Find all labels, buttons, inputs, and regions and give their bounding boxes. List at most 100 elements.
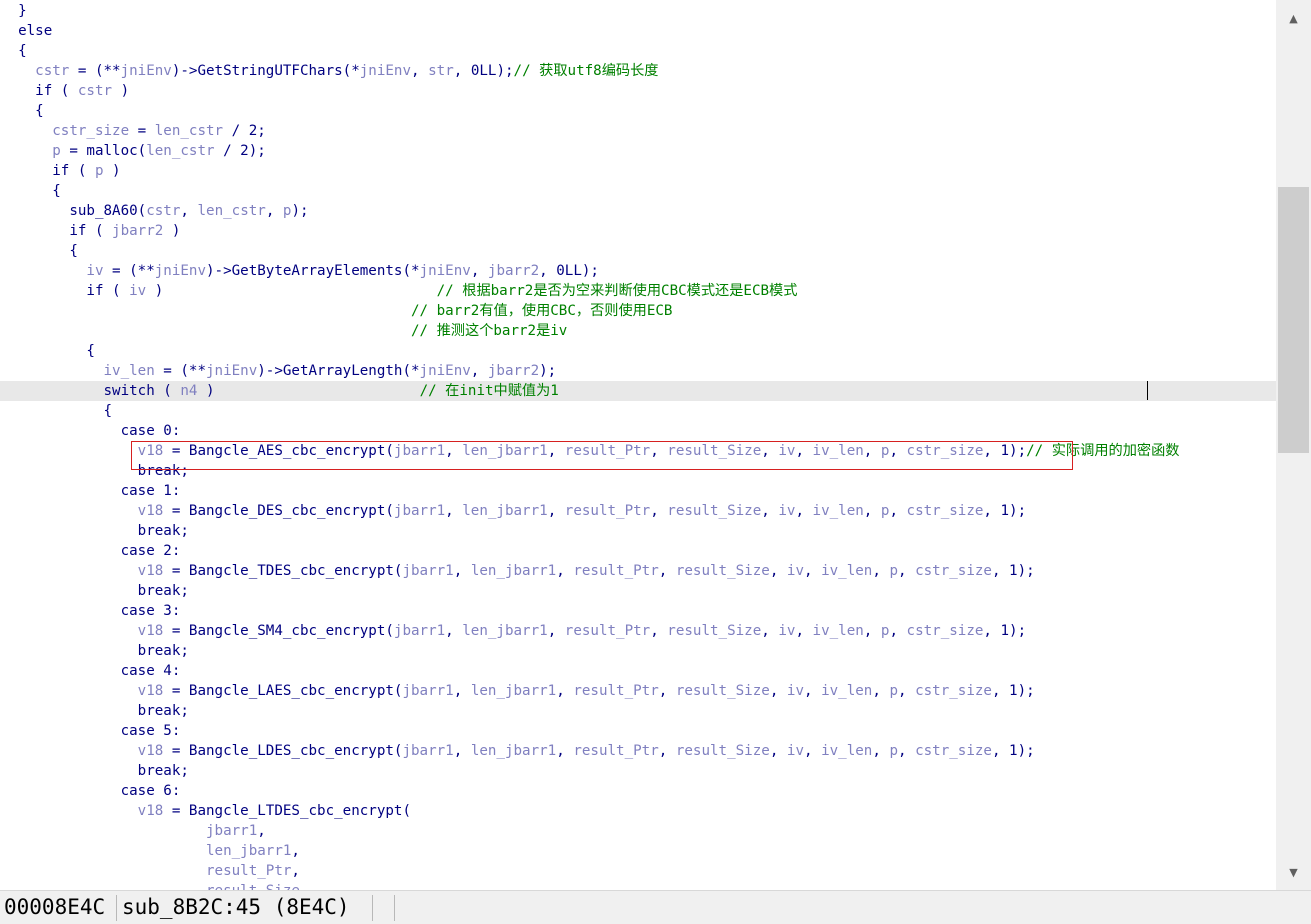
code-token: {: [1, 183, 61, 199]
code-line[interactable]: v18 = Bangcle_LAES_cbc_encrypt(jbarr1, l…: [0, 681, 1276, 701]
code-variable: jniEnv: [154, 263, 207, 279]
code-token: ,: [556, 683, 574, 699]
code-line[interactable]: sub_8A60(cstr, len_cstr, p);: [0, 201, 1276, 221]
code-line[interactable]: if ( jbarr2 ): [0, 221, 1276, 241]
code-token: ,: [872, 563, 890, 579]
code-line[interactable]: result_Ptr,: [0, 861, 1276, 881]
code-token: / 2);: [214, 143, 266, 159]
chevron-up-icon[interactable]: ▲: [1276, 0, 1311, 36]
code-token: ): [112, 83, 130, 99]
code-token: ): [103, 163, 121, 179]
code-line[interactable]: len_jbarr1,: [0, 841, 1276, 861]
code-token: ,: [872, 743, 890, 759]
code-line[interactable]: break;: [0, 641, 1276, 661]
code-comment: // 推测这个barr2是iv: [411, 323, 568, 339]
code-token: ,: [804, 683, 822, 699]
code-line[interactable]: iv = (**jniEnv)->GetByteArrayElements(*j…: [0, 261, 1276, 281]
code-variable: len_jbarr1: [470, 563, 557, 579]
code-variable: result_Size: [667, 623, 762, 639]
chevron-down-icon[interactable]: ▼: [1276, 854, 1311, 890]
code-line[interactable]: v18 = Bangcle_LTDES_cbc_encrypt(: [0, 801, 1276, 821]
code-variable: jbarr2: [112, 223, 164, 239]
code-line[interactable]: {: [0, 101, 1276, 121]
code-variable: result_Ptr: [573, 683, 659, 699]
code-token: = Bangcle_TDES_cbc_encrypt(: [163, 563, 403, 579]
code-token: ,: [889, 623, 907, 639]
code-variable: result_Ptr: [206, 863, 292, 879]
code-variable: cstr_size: [906, 623, 984, 639]
code-line[interactable]: iv_len = (**jniEnv)->GetArrayLength(*jni…: [0, 361, 1276, 381]
code-line[interactable]: v18 = Bangcle_LDES_cbc_encrypt(jbarr1, l…: [0, 741, 1276, 761]
code-token: , 1);: [991, 683, 1035, 699]
code-token: ,: [897, 743, 916, 759]
code-line[interactable]: {: [0, 401, 1276, 421]
code-line[interactable]: case 2:: [0, 541, 1276, 561]
code-line[interactable]: case 4:: [0, 661, 1276, 681]
code-line[interactable]: else: [0, 21, 1276, 41]
code-line[interactable]: // barr2有值，使用CBC，否则使用ECB: [0, 301, 1276, 321]
status-address: 00008E4C: [4, 895, 106, 919]
code-line[interactable]: if ( cstr ): [0, 81, 1276, 101]
code-line[interactable]: case 5:: [0, 721, 1276, 741]
code-line[interactable]: {: [0, 181, 1276, 201]
code-token: if (: [1, 83, 78, 99]
code-token: , 1);: [991, 563, 1035, 579]
code-variable: v18: [137, 683, 164, 699]
code-line[interactable]: break;: [0, 521, 1276, 541]
code-line[interactable]: {: [0, 341, 1276, 361]
code-line[interactable]: break;: [0, 761, 1276, 781]
code-line[interactable]: case 3:: [0, 601, 1276, 621]
code-line[interactable]: if ( p ): [0, 161, 1276, 181]
code-token: );: [539, 363, 557, 379]
code-token: ,: [761, 623, 779, 639]
code-token: else: [1, 23, 53, 39]
code-token: break;: [1, 583, 189, 599]
code-variable: jniEnv: [419, 263, 471, 279]
code-variable: n4: [180, 383, 198, 399]
code-variable: iv: [778, 503, 796, 519]
code-variable: v18: [137, 803, 164, 819]
code-variable: iv_len: [103, 363, 155, 379]
code-line[interactable]: v18 = Bangcle_DES_cbc_encrypt(jbarr1, le…: [0, 501, 1276, 521]
code-token: break;: [1, 643, 189, 659]
code-line[interactable]: v18 = Bangcle_TDES_cbc_encrypt(jbarr1, l…: [0, 561, 1276, 581]
code-line[interactable]: cstr = (**jniEnv)->GetStringUTFChars(*jn…: [0, 61, 1276, 81]
code-token: = (**: [103, 263, 155, 279]
vertical-scrollbar[interactable]: ▲ ▼: [1276, 0, 1311, 890]
code-line[interactable]: jbarr1,: [0, 821, 1276, 841]
code-variable: cstr_size: [915, 563, 992, 579]
code-variable: result_Size: [675, 563, 770, 579]
code-token: ,: [453, 743, 471, 759]
code-token: ,: [291, 843, 300, 859]
code-line[interactable]: {: [0, 41, 1276, 61]
code-line[interactable]: switch ( n4 ) // 在init中赋值为1: [0, 381, 1276, 401]
code-token: = Bangcle_LDES_cbc_encrypt(: [163, 743, 403, 759]
code-line[interactable]: cstr_size = len_cstr / 2;: [0, 121, 1276, 141]
code-variable: p: [889, 683, 898, 699]
code-line[interactable]: case 0:: [0, 421, 1276, 441]
scrollbar-thumb[interactable]: [1278, 187, 1309, 453]
code-line[interactable]: v18 = Bangcle_SM4_cbc_encrypt(jbarr1, le…: [0, 621, 1276, 641]
code-variable: len_jbarr1: [470, 743, 557, 759]
code-line[interactable]: break;: [0, 701, 1276, 721]
code-line[interactable]: p = malloc(len_cstr / 2);: [0, 141, 1276, 161]
code-token: ,: [445, 503, 463, 519]
code-line[interactable]: if ( iv ) // 根据barr2是否为空来判断使用CBC模式还是ECB模…: [0, 281, 1276, 301]
code-line[interactable]: // 推测这个barr2是iv: [0, 321, 1276, 341]
code-line[interactable]: }: [0, 1, 1276, 21]
code-line[interactable]: case 1:: [0, 481, 1276, 501]
code-line[interactable]: result_Size,: [0, 881, 1276, 890]
code-line[interactable]: case 6:: [0, 781, 1276, 801]
code-token: ,: [257, 823, 266, 839]
code-line[interactable]: {: [0, 241, 1276, 261]
code-line[interactable]: break;: [0, 581, 1276, 601]
code-token: sub_8A60(: [1, 203, 147, 219]
code-token: ,: [650, 623, 668, 639]
code-token: ,: [761, 503, 779, 519]
code-token: ,: [470, 363, 488, 379]
code-variable: jbarr1: [206, 823, 258, 839]
